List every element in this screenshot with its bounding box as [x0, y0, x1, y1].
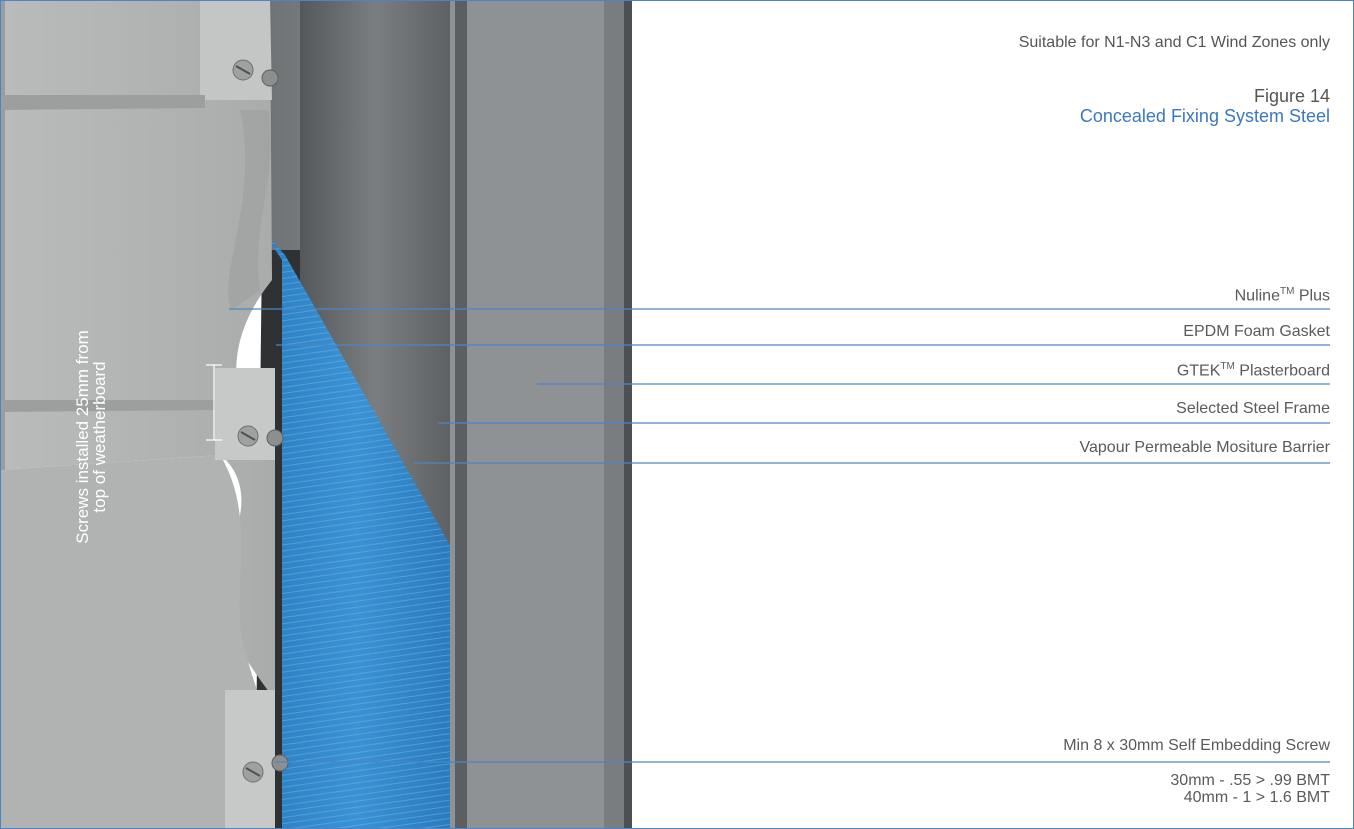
screw-spec: 30mm - .55 > .99 BMT 40mm - 1 > 1.6 BMT: [1170, 772, 1330, 806]
label-gtek-plasterboard: GTEKTM Plasterboard: [1176, 361, 1330, 380]
screw-spec-line-1: 30mm - .55 > .99 BMT: [1170, 772, 1330, 789]
label-moisture-barrier: Vapour Permeable Mositure Barrier: [1079, 439, 1330, 456]
figure-number: Figure 14: [1253, 86, 1330, 106]
label-screw: Min 8 x 30mm Self Embedding Screw: [1063, 737, 1330, 754]
figure-title: Concealed Fixing System Steel: [1079, 106, 1330, 126]
screw-position-note: Screws installed 25mm from top of weathe…: [73, 330, 109, 544]
label-epdm-foam-gasket: EPDM Foam Gasket: [1183, 323, 1330, 340]
screw-spec-line-2: 40mm - 1 > 1.6 BMT: [1183, 789, 1330, 806]
label-nuline-plus: NulineTM Plus: [1234, 286, 1330, 305]
wind-zone-note: Suitable for N1-N3 and C1 Wind Zones onl…: [1018, 34, 1330, 51]
label-steel-frame: Selected Steel Frame: [1176, 400, 1330, 417]
